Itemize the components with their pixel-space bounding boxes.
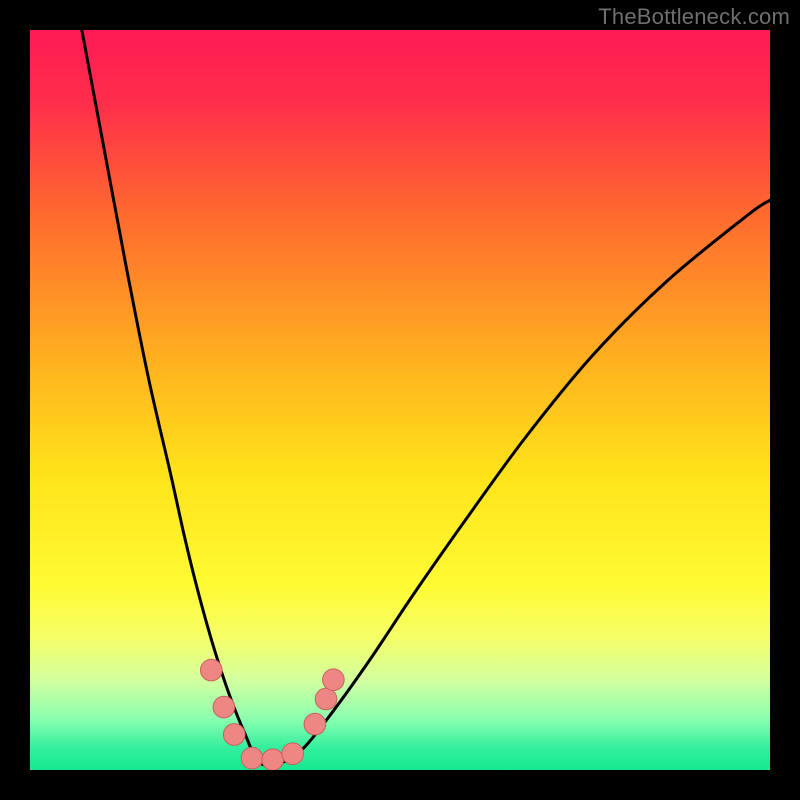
curve-marker [282,743,304,765]
curve-marker [200,659,222,681]
curve-marker [213,696,235,718]
chart-svg [30,30,770,770]
curve-marker [241,747,263,769]
outer-frame: TheBottleneck.com [0,0,800,800]
bottleneck-curve [82,30,770,765]
curve-marker [223,724,245,746]
watermark-text: TheBottleneck.com [598,4,790,30]
curve-marker [262,749,284,770]
curve-marker [304,713,326,735]
curve-marker [323,669,345,691]
curve-marker [315,688,337,710]
plot-area [30,30,770,770]
